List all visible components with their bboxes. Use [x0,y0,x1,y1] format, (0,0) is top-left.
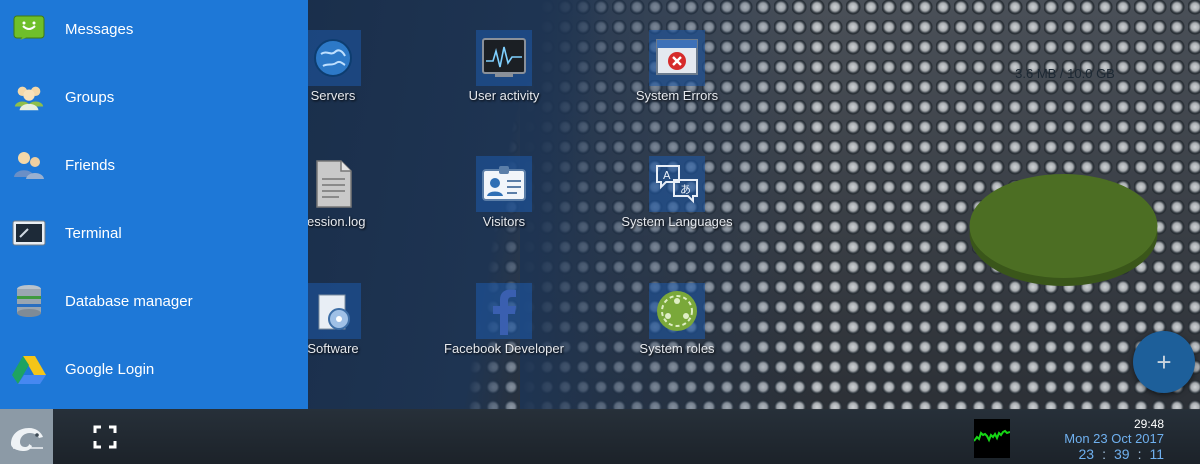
software-box-icon [305,283,361,339]
desktop-icon-label: Visitors [482,214,526,229]
cpu-usage-graph [974,419,1010,458]
languages-icon: Aあ [649,156,705,212]
clock-digital: 23:39:11 [1040,446,1164,462]
disk-usage-label: 3.6 MB / 10.0 GB [1015,66,1115,81]
desktop-icon-label: System Languages [621,214,733,229]
desktop-icon-label: Facebook Developer [444,341,564,356]
log-file-icon [305,156,361,212]
globe-icon [305,30,361,86]
facebook-icon [476,283,532,339]
desktop-icon-facebook-developer[interactable]: Facebook Developer [419,283,589,356]
menu-item-label: Groups [65,88,115,106]
desktop-icon-visitors[interactable]: Visitors [419,156,589,229]
svg-text:あ: あ [680,183,691,196]
messages-icon [12,12,46,46]
clock-date: Mon 23 Oct 2017 [1064,431,1164,446]
svg-text:A: A [663,169,671,182]
groups-icon [12,80,46,114]
desktop: Servers session.log Software User activi… [0,0,1200,464]
clock-seconds: 11 [1149,446,1164,462]
google-drive-icon [12,352,46,386]
green-oval-widget [969,174,1158,286]
chameleon-logo-icon [10,427,43,451]
clock-hours: 23 [1078,446,1095,462]
start-button[interactable] [0,409,53,464]
menu-item-label: Database manager [65,292,193,310]
desktop-icon-system-languages[interactable]: Aあ System Languages [592,156,762,229]
clock-time: 29:48 [1133,417,1164,431]
menu-item-database-manager[interactable]: Database manager [0,267,308,335]
clock-separator: : [1102,446,1106,462]
menu-item-label: Messages [65,20,134,38]
friends-icon [12,148,46,182]
desktop-icon-label: System roles [639,341,715,356]
activity-monitor-icon [476,30,532,86]
add-button[interactable]: + [1133,331,1195,393]
error-window-icon [649,30,705,86]
desktop-icon-system-errors[interactable]: System Errors [592,30,762,103]
fullscreen-icon [93,425,117,449]
taskbar: 29:48 Mon 23 Oct 2017 23:39:11 [0,409,1200,464]
menu-item-label: Terminal [65,224,122,242]
menu-item-groups[interactable]: Groups [0,63,308,131]
id-card-icon [476,156,532,212]
database-icon [12,284,46,318]
roles-icon [649,283,705,339]
menu-item-messages[interactable]: Messages [0,0,308,63]
desktop-icon-user-activity[interactable]: User activity [419,30,589,103]
fullscreen-button[interactable] [88,422,122,452]
clock-minutes: 39 [1113,446,1130,462]
menu-item-google-login[interactable]: Google Login [0,335,308,403]
menu-item-label: Friends [65,156,116,174]
desktop-icon-system-roles[interactable]: System roles [592,283,762,356]
menu-item-terminal[interactable]: Terminal [0,199,308,267]
menu-item-friends[interactable]: Friends [0,131,308,199]
side-menu: Messages Groups Friends Terminal Databas… [0,0,308,409]
clock-separator: : [1137,446,1142,462]
clock: 29:48 Mon 23 Oct 2017 23:39:11 [1040,417,1164,462]
menu-item-label: Google Login [65,360,155,378]
desktop-icon-label: User activity [468,88,540,103]
terminal-icon [12,216,46,250]
desktop-icon-label: System Errors [635,88,719,103]
